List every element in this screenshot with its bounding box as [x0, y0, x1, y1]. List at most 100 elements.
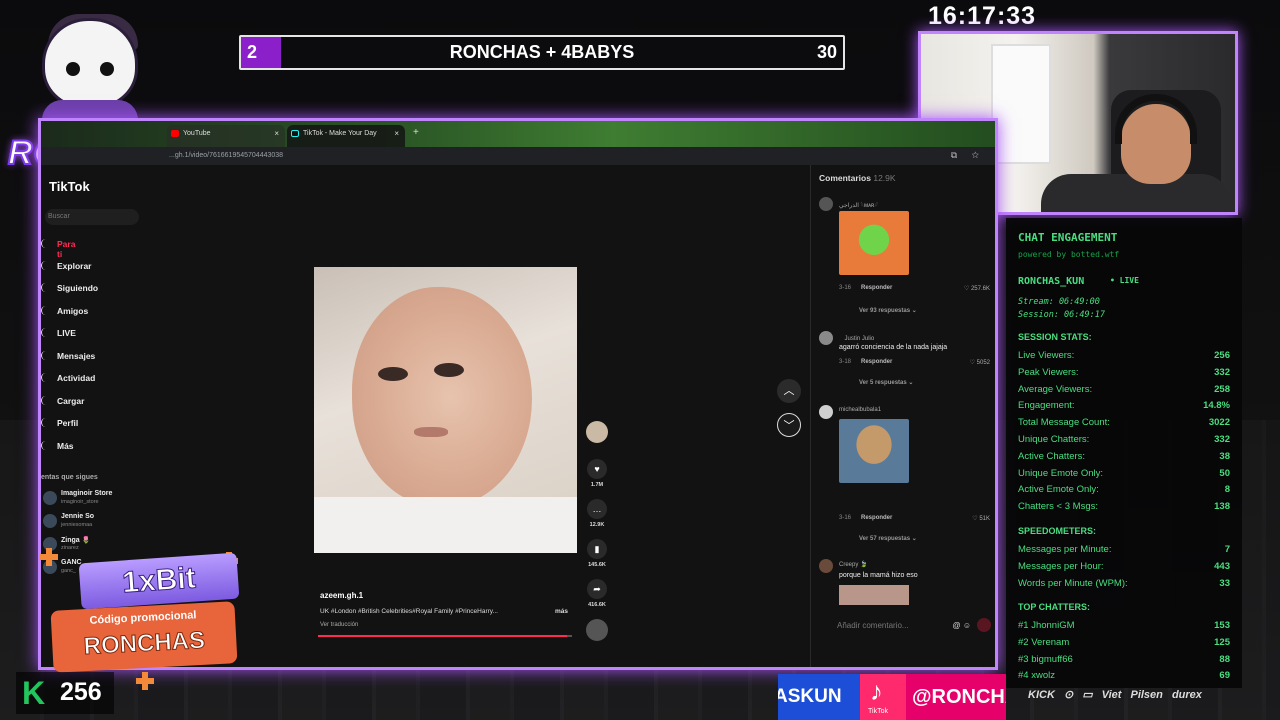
- comment-likes[interactable]: ♡ 257.6K: [964, 285, 990, 292]
- stat-row: #4 xwolz 69: [1018, 670, 1230, 684]
- nav-icon: [41, 351, 46, 360]
- youtube-icon: [171, 130, 179, 137]
- stat-row: Messages per Minute: 7: [1018, 544, 1230, 558]
- avatar: [43, 514, 57, 528]
- stat-label: Total Message Count:: [1018, 417, 1110, 429]
- view-replies-button[interactable]: Ver 5 respuestas ⌄: [859, 379, 913, 386]
- music-disc-icon[interactable]: [586, 619, 608, 641]
- tiktok-banner: ♪ TikTok: [860, 674, 906, 720]
- chevron-down-icon: ﹀: [783, 420, 795, 432]
- tiktok-logo[interactable]: TikTok: [49, 179, 90, 194]
- avatar[interactable]: [819, 559, 833, 573]
- stat-label: Live Viewers:: [1018, 350, 1075, 361]
- comment-user[interactable]: Creepy 🍃: [839, 561, 867, 568]
- chat-engagement-panel: CHAT ENGAGEMENT powered by botted.wtf RO…: [1006, 218, 1242, 688]
- comment-meta: 3-16 Responder: [839, 515, 893, 521]
- scoreboard: 2 RONCHAS + 4BABYS 30: [239, 35, 845, 70]
- stat-row: Live Viewers: 256: [1018, 350, 1230, 364]
- comment-user[interactable]: michealbubala1: [839, 407, 881, 413]
- sidebar-item-actividad[interactable]: Actividad: [57, 373, 95, 383]
- tab-label: TikTok - Make Your Day: [303, 130, 377, 137]
- comment-input[interactable]: Añadir comentario... @ ☺: [819, 617, 991, 635]
- sidebar-item-siguiendo[interactable]: Siguiendo: [57, 283, 98, 293]
- bookmark-icon[interactable]: ⧉ ☆: [951, 150, 985, 161]
- stat-value: 7: [1224, 544, 1230, 555]
- panel-title: CHAT ENGAGEMENT: [1018, 231, 1118, 244]
- tab-youtube[interactable]: YouTube ×: [167, 125, 285, 147]
- sidebar-item-live[interactable]: LIVE: [57, 328, 76, 338]
- panel-powered: powered by botted.wtf: [1018, 250, 1120, 259]
- like-button[interactable]: ♥ 1.7M: [586, 459, 608, 488]
- video-player[interactable]: [314, 267, 577, 553]
- stat-row: Peak Viewers: 332: [1018, 367, 1230, 381]
- account-name: Jennie So: [61, 513, 95, 520]
- save-button[interactable]: ▮ 145.6K: [586, 539, 608, 568]
- stat-value: 153: [1214, 620, 1230, 631]
- nav-icon: [41, 373, 46, 382]
- view-replies-button[interactable]: Ver 57 respuestas ⌄: [859, 535, 917, 542]
- next-video-button[interactable]: ﹀: [777, 413, 801, 437]
- video-username[interactable]: azeem.gh.1: [320, 591, 363, 600]
- send-icon[interactable]: [977, 618, 991, 632]
- view-replies-button[interactable]: Ver 93 respuestas ⌄: [859, 307, 917, 314]
- sidebar-item-perfil[interactable]: Perfil: [57, 418, 78, 428]
- stat-row: Active Chatters: 38: [1018, 451, 1230, 465]
- stat-row: #3 bigmuff66 88: [1018, 654, 1230, 668]
- sidebar-item-m-s[interactable]: Más: [57, 441, 74, 451]
- sidebar-item-explorar[interactable]: Explorar: [57, 261, 92, 271]
- emoji-icon[interactable]: @ ☺: [952, 617, 971, 635]
- close-icon[interactable]: ×: [274, 125, 279, 143]
- reply-button[interactable]: Responder: [861, 285, 892, 291]
- scoreboard-title: RONCHAS + 4BABYS: [449, 42, 635, 62]
- comment-likes[interactable]: ♡ 5052: [970, 359, 990, 366]
- stat-value: 38: [1219, 450, 1230, 462]
- creator-avatar[interactable]: [586, 421, 608, 443]
- tab-tiktok[interactable]: TikTok - Make Your Day ×: [287, 125, 405, 147]
- avatar[interactable]: [819, 405, 833, 419]
- stat-label: Peak Viewers:: [1018, 366, 1079, 378]
- avatar: [43, 491, 57, 505]
- avatar[interactable]: [819, 197, 833, 211]
- comment-button[interactable]: … 12.9K: [586, 499, 608, 528]
- close-icon[interactable]: ×: [394, 125, 399, 143]
- stat-value: 443: [1214, 560, 1230, 572]
- nav-icon: [41, 306, 46, 315]
- video-progress-bar[interactable]: [318, 635, 572, 637]
- stat-row: Engagement: 14.8%: [1018, 400, 1230, 414]
- sidebar-item-cargar[interactable]: Cargar: [57, 396, 84, 406]
- reply-button[interactable]: Responder: [861, 359, 892, 365]
- stat-row: Total Message Count: 3022: [1018, 417, 1230, 431]
- stat-value: 3022: [1208, 417, 1230, 429]
- stat-label: #2 Verenam: [1018, 636, 1070, 648]
- banner-left-text: ASKUN: [778, 674, 860, 720]
- more-link[interactable]: más: [555, 608, 568, 615]
- scoreboard-right-score: 30: [816, 42, 837, 62]
- address-bar[interactable]: ...gh.1/video/7616619545704443038 ⧉ ☆: [41, 147, 995, 165]
- promo-line2: RONCHAS: [83, 626, 207, 661]
- translate-link[interactable]: Ver traducción: [320, 622, 358, 628]
- reply-button[interactable]: Responder: [861, 515, 892, 521]
- avatar[interactable]: [819, 331, 833, 345]
- tiktok-icon: ♪: [870, 676, 883, 706]
- comments-title: Comentarios 12.9K: [819, 173, 896, 183]
- sidebar-item-mensajes[interactable]: Mensajes: [57, 351, 95, 361]
- account-name: Imaginoir Store: [61, 490, 113, 497]
- sidebar-item-amigos[interactable]: Amigos: [57, 306, 88, 316]
- search-input[interactable]: Buscar: [45, 209, 139, 225]
- following-account[interactable]: Jennie So jenniesomaa: [43, 512, 143, 534]
- heart-icon: ♥: [587, 459, 607, 479]
- tiktok-icon: [291, 130, 299, 137]
- share-button[interactable]: ➦ 416.6K: [586, 579, 608, 608]
- new-tab-button[interactable]: +: [413, 127, 419, 138]
- comment-user[interactable]: الدراجي 𓆩ᴍᴀʀ𓆪: [839, 199, 878, 209]
- previous-video-button[interactable]: ︿: [777, 379, 801, 403]
- stat-label: #1 JhonniGM: [1018, 620, 1075, 631]
- stat-label: Messages per Minute:: [1018, 544, 1112, 555]
- stat-row: Words per Minute (WPM): 33: [1018, 578, 1230, 592]
- sidebar-item-para-ti[interactable]: Para ti: [57, 239, 75, 259]
- stat-value: 258: [1214, 383, 1230, 395]
- following-account[interactable]: Imaginoir Store imaginoir_store: [43, 489, 143, 511]
- comment-likes[interactable]: ♡ 51K: [972, 515, 990, 522]
- kick-icon: K: [22, 675, 46, 711]
- comment-user[interactable]: ﾠJustin Julioﾠ: [839, 333, 880, 342]
